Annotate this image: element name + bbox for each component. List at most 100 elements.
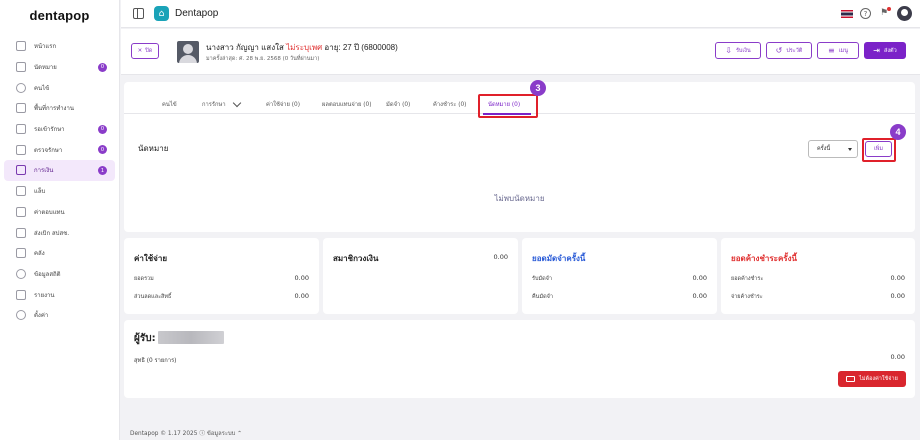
- close-button[interactable]: ✕ ปิด: [131, 43, 159, 59]
- sidebar-item-compensation[interactable]: ค่าตอบแทน: [4, 202, 115, 223]
- sidebar-item-statistics[interactable]: ข้อมูลสถิติ: [4, 264, 115, 285]
- home-icon: [16, 41, 26, 52]
- caret-down-icon: [848, 148, 852, 151]
- card-title: ยอดมัดจำครั้งนี้: [532, 254, 586, 263]
- patient-last-visit: มาครั้งล่าสุด: ศ. 28 พ.ย. 2568 (0 วันที่…: [206, 56, 320, 62]
- refund-deposit-value: 0.00: [692, 292, 707, 300]
- sidebar-item-label: ตั้งค่า: [34, 312, 49, 320]
- sidebar-nav: หน้าแรก นัดหมาย 0 คนไข้ พื้นที่การทำงาน ร…: [0, 36, 119, 326]
- step-badge-4: 4: [890, 124, 906, 140]
- receive-deposit-label: รับมัดจำ: [532, 276, 552, 282]
- history-label: ประวัติ: [786, 47, 803, 54]
- tab-treatment-label: การรักษา: [202, 102, 226, 108]
- help-icon[interactable]: ?: [860, 8, 871, 19]
- visit-filter-select[interactable]: ครั้งนี้: [808, 140, 858, 158]
- sidebar-item-appointments[interactable]: นัดหมาย 0: [4, 57, 115, 78]
- count-badge: 0: [98, 124, 107, 134]
- sidebar-item-home[interactable]: หน้าแรก: [4, 36, 115, 57]
- tab-expenses[interactable]: ค่าใช้จ่าย (0): [266, 99, 300, 109]
- deposit-summary-card: ยอดมัดจำครั้งนี้ รับมัดจำ 0.00 คืนมัดจำ …: [522, 238, 717, 314]
- patient-hn: (6800008): [361, 43, 398, 52]
- tab-deposit[interactable]: มัดจำ (0): [386, 99, 410, 109]
- owed-value: 0.00: [890, 274, 905, 282]
- sidebar-item-nhso[interactable]: ส่งเบิก สปสช.: [4, 222, 115, 243]
- receive-label: รับเงิน: [735, 47, 751, 54]
- sidebar-item-label: พื้นที่การทำงาน: [34, 105, 74, 113]
- user-avatar[interactable]: [897, 6, 912, 21]
- top-bar-actions: ? ⚑: [841, 6, 912, 21]
- empty-state-text: ไม่พบนัดหมาย: [494, 194, 545, 203]
- sidebar-item-finance[interactable]: การเงิน 1: [4, 160, 115, 181]
- home-icon[interactable]: ⌂: [154, 6, 169, 21]
- sidebar-item-treatment[interactable]: ตรวจรักษา 0: [4, 139, 115, 160]
- discount-value: 0.00: [294, 292, 309, 300]
- patient-gender: ไม่ระบุเพศ: [286, 43, 323, 52]
- menu-button[interactable]: ≡ เมนู: [817, 42, 859, 59]
- receiver-label: ผู้รับ:: [134, 333, 156, 344]
- sidebar-item-settings[interactable]: ตั้งค่า: [4, 305, 115, 326]
- card-title: ยอดค้างชำระครั้งนี้: [731, 254, 797, 263]
- refund-deposit-label: คืนมัดจำ: [532, 294, 553, 300]
- sidebar-item-lab[interactable]: แล็บ: [4, 181, 115, 202]
- thai-flag-icon[interactable]: [841, 9, 853, 18]
- workspace-icon: [16, 103, 26, 114]
- patient-photo: [177, 41, 199, 63]
- sidebar-item-label: รอเข้ารักษา: [34, 126, 65, 134]
- add-appointment-button[interactable]: เพิ่ม: [865, 141, 892, 157]
- receive-payment-button[interactable]: ⇩ รับเงิน: [715, 42, 761, 59]
- sidebar-item-patients[interactable]: คนไข้: [4, 77, 115, 98]
- percent-icon: [16, 206, 26, 217]
- paid-outstanding-value: 0.00: [890, 292, 905, 300]
- stats-icon: [16, 268, 26, 279]
- sidebar-item-reports[interactable]: รายงาน: [4, 284, 115, 305]
- sidebar-item-label: แล็บ: [34, 188, 46, 196]
- tab-patient[interactable]: คนไข้: [162, 99, 177, 109]
- send-label: ส่งตัว: [884, 47, 897, 54]
- membership-value: 0.00: [493, 253, 508, 261]
- menu-icon: ≡: [828, 46, 835, 55]
- receiver-name-redacted: [158, 331, 224, 344]
- total-label: ยอดรวม: [134, 276, 154, 282]
- exit-icon: ⇥: [873, 46, 880, 55]
- no-charge-label: ไม่ต้องค่าใช้จ่าย: [859, 376, 898, 382]
- tab-outstanding[interactable]: ค้างชำระ (0): [433, 99, 466, 109]
- visit-filter-value: ครั้งนี้: [817, 146, 831, 152]
- net-value: 0.00: [890, 353, 905, 361]
- report-icon: [16, 289, 26, 300]
- no-charge-button[interactable]: ไม่ต้องค่าใช้จ่าย: [838, 371, 906, 387]
- sidebar: dentapop หน้าแรก นัดหมาย 0 คนไข้ พื้นที่ก…: [0, 0, 120, 440]
- system-info-link[interactable]: ⓘ ข้อมูลระบบ ⌃: [199, 431, 242, 437]
- total-value: 0.00: [294, 274, 309, 282]
- close-label: ปิด: [145, 48, 153, 54]
- count-badge: 1: [98, 166, 107, 176]
- sidebar-toggle-icon[interactable]: [133, 8, 144, 19]
- section-title: นัดหมาย: [138, 144, 169, 153]
- sidebar-item-workspace[interactable]: พื้นที่การทำงาน: [4, 98, 115, 119]
- expense-summary-card: ค่าใช้จ่าย ยอดรวม 0.00 ส่วนลดและสิทธิ์ 0…: [124, 238, 319, 314]
- highlight-box-tab: [478, 94, 538, 118]
- chevron-down-icon: [232, 98, 241, 107]
- sidebar-item-label: ข้อมูลสถิติ: [34, 270, 61, 278]
- patient-name-line: นางสาว กัญญา แสงใส ไม่ระบุเพศ อายุ: 27 ป…: [206, 41, 398, 54]
- sidebar-item-waiting[interactable]: รอเข้ารักษา 0: [4, 119, 115, 140]
- membership-summary-card: สมาชิกวงเงิน 0.00: [323, 238, 518, 314]
- tab-compensation[interactable]: ผลตอบแทนจ่าย (0): [322, 99, 372, 109]
- appointments-card: คนไข้ การรักษา ค่าใช้จ่าย (0) ผลตอบแทนจ่…: [124, 80, 915, 232]
- sidebar-item-label: หน้าแรก: [34, 43, 57, 51]
- sidebar-item-label: การเงิน: [34, 167, 54, 175]
- history-button[interactable]: ↺ ประวัติ: [766, 42, 812, 59]
- announcement-icon[interactable]: ⚑: [878, 7, 891, 19]
- cloud-icon: [16, 227, 26, 238]
- settings-icon: [16, 310, 26, 321]
- outstanding-summary-card: ยอดค้างชำระครั้งนี้ ยอดค้างชำระ 0.00 จ่า…: [721, 238, 915, 314]
- net-label: สุทธิ (0 รายการ): [134, 358, 177, 364]
- send-out-button[interactable]: ⇥ ส่งตัว: [864, 42, 906, 59]
- footer: Dentapop © 1.17 2025 ⓘ ข้อมูลระบบ ⌃: [130, 428, 242, 438]
- history-icon: ↺: [775, 46, 783, 55]
- tab-treatment[interactable]: การรักษา: [202, 98, 241, 109]
- sidebar-item-label: รายงาน: [34, 291, 55, 299]
- sidebar-item-label: คนไข้: [34, 84, 50, 92]
- sidebar-item-inventory[interactable]: คลัง: [4, 243, 115, 264]
- app-logo[interactable]: dentapop: [0, 0, 119, 30]
- lab-icon: [16, 186, 26, 197]
